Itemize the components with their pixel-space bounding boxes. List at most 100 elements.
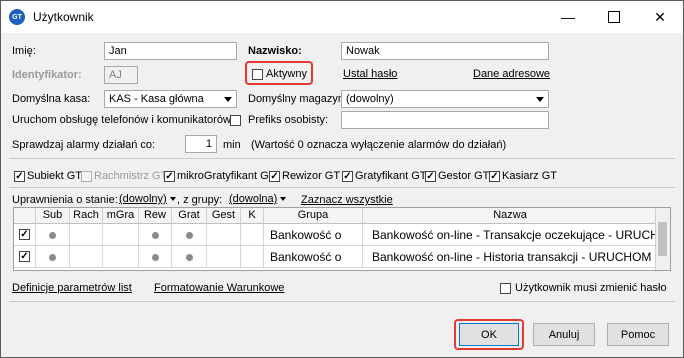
- perm-cell[interactable]: [70, 224, 103, 246]
- aktywny-highlight: [245, 61, 313, 85]
- table-header[interactable]: Nazwa: [363, 208, 658, 224]
- module-checkbox-gestor[interactable]: ✓: [425, 171, 436, 182]
- alarmy-note: (Wartość 0 oznacza wyłączenie alarmów do…: [251, 139, 507, 151]
- alarmy-label: Sprawdzaj alarmy działań co:: [12, 139, 156, 151]
- group-filter-dropdown[interactable]: (dowolna): [229, 193, 287, 205]
- table-header[interactable]: Rach: [70, 208, 103, 224]
- ustal-haslo-link[interactable]: Ustal hasło: [343, 68, 397, 80]
- identyfikator-label: Identyfikator:: [12, 69, 82, 81]
- dane-adresowe-link[interactable]: Dane adresowe: [473, 68, 550, 80]
- musi-zmienic-checkbox[interactable]: [500, 283, 511, 294]
- table-header[interactable]: Sub: [36, 208, 70, 224]
- table-header[interactable]: K: [241, 208, 264, 224]
- magazyn-value: (dowolny): [346, 93, 394, 105]
- perm-cell[interactable]: [103, 224, 139, 246]
- module-label-rachmistrz: Rachmistrz GT: [94, 170, 168, 182]
- checkmark-icon: ✓: [165, 171, 174, 182]
- formatowanie-link[interactable]: Formatowanie Warunkowe: [154, 282, 284, 294]
- module-label-subiekt: Subiekt GT: [27, 170, 83, 182]
- perm-cell[interactable]: [103, 246, 139, 268]
- perm-cell[interactable]: [241, 246, 264, 268]
- nazwisko-label: Nazwisko:: [248, 45, 302, 57]
- window-title: Użytkownik: [33, 10, 94, 24]
- cancel-button[interactable]: Anuluj: [533, 323, 595, 346]
- perm-cell[interactable]: [139, 246, 172, 268]
- chevron-down-icon: [169, 197, 176, 202]
- table-header[interactable]: Rew: [139, 208, 172, 224]
- perm-cell[interactable]: [172, 224, 207, 246]
- nazwisko-input[interactable]: Nowak: [341, 42, 549, 60]
- dot-icon: [49, 254, 56, 261]
- module-checkbox-gratyfikant[interactable]: ✓: [342, 171, 353, 182]
- prefiks-input[interactable]: [341, 111, 549, 129]
- dot-icon: [185, 254, 193, 261]
- kasa-select[interactable]: KAS - Kasa główna: [104, 90, 237, 108]
- chevron-down-icon: [280, 197, 287, 202]
- dot-icon: [151, 254, 159, 261]
- module-checkbox-rachmistrz: [81, 171, 92, 182]
- group-filter-label: , z grupy:: [177, 194, 223, 206]
- table-header[interactable]: Grupa: [264, 208, 363, 224]
- state-filter-label: Uprawnienia o stanie:: [12, 194, 118, 206]
- divider: [9, 187, 675, 188]
- permissions-table: Sub Rach mGra Rew Grat Gest K Grupa Nazw…: [13, 207, 671, 271]
- app-icon: GT: [9, 9, 25, 25]
- row-checkbox[interactable]: ✓: [19, 229, 30, 240]
- perm-cell[interactable]: [36, 224, 70, 246]
- chevron-down-icon: [224, 97, 232, 102]
- perm-cell[interactable]: [70, 246, 103, 268]
- chevron-down-icon: [536, 97, 544, 102]
- scrollbar-thumb[interactable]: [658, 222, 667, 256]
- table-header[interactable]: mGra: [103, 208, 139, 224]
- divider: [9, 301, 675, 302]
- module-label-kasiarz: Kasiarz GT: [502, 170, 558, 182]
- table-header[interactable]: Grat: [172, 208, 207, 224]
- minimize-icon[interactable]: —: [545, 1, 591, 33]
- help-button[interactable]: Pomoc: [607, 323, 669, 346]
- imie-input[interactable]: Jan: [104, 42, 237, 60]
- alarmy-unit: min: [223, 139, 241, 151]
- perm-cell[interactable]: [36, 246, 70, 268]
- module-checkbox-subiekt[interactable]: ✓: [14, 171, 25, 182]
- module-checkbox-rewizor[interactable]: ✓: [269, 171, 280, 182]
- module-checkbox-kasiarz[interactable]: ✓: [489, 171, 500, 182]
- state-filter-dropdown[interactable]: (dowolny): [119, 193, 176, 205]
- dot-icon: [49, 232, 56, 239]
- kasa-value: KAS - Kasa główna: [109, 93, 204, 105]
- module-label-gratyfikant: Gratyfikant GT: [355, 170, 427, 182]
- uruchom-checkbox[interactable]: [230, 115, 241, 126]
- alarmy-input[interactable]: 1: [185, 135, 217, 153]
- perm-cell[interactable]: [172, 246, 207, 268]
- table-header-check: [14, 208, 36, 224]
- maximize-icon[interactable]: [591, 1, 637, 33]
- table-header[interactable]: Gest: [207, 208, 241, 224]
- row-checkbox[interactable]: ✓: [19, 251, 30, 262]
- perm-cell[interactable]: [241, 224, 264, 246]
- perm-cell[interactable]: [207, 246, 241, 268]
- module-checkbox-mikrogratyfikant[interactable]: ✓: [164, 171, 175, 182]
- row-checkbox-cell[interactable]: ✓: [14, 224, 36, 246]
- perm-cell[interactable]: [207, 224, 241, 246]
- nazwa-cell: Bankowość on-line - Transakcje oczekując…: [363, 224, 658, 246]
- checkmark-icon: ✓: [270, 171, 279, 182]
- close-icon[interactable]: ✕: [637, 1, 683, 33]
- title-bar: GT Użytkownik — ✕: [1, 1, 683, 33]
- magazyn-label: Domyślny magazyn:: [248, 93, 348, 105]
- user-dialog: GT Użytkownik — ✕ Imię: Jan Nazwisko: No…: [0, 0, 684, 358]
- magazyn-select[interactable]: (dowolny): [341, 90, 549, 108]
- divider: [9, 158, 675, 159]
- imie-label: Imię:: [12, 45, 36, 57]
- checkmark-icon: ✓: [490, 171, 499, 182]
- grupa-cell: Bankowość o: [264, 246, 363, 268]
- musi-zmienic-label: Użytkownik musi zmienić hasło: [515, 282, 667, 294]
- grupa-cell: Bankowość o: [264, 224, 363, 246]
- vertical-scrollbar[interactable]: [655, 208, 670, 270]
- select-all-link[interactable]: Zaznacz wszystkie: [301, 194, 393, 206]
- ok-highlight: [454, 319, 524, 350]
- module-label-gestor: Gestor GT: [438, 170, 490, 182]
- dot-icon: [151, 232, 159, 239]
- row-checkbox-cell[interactable]: ✓: [14, 246, 36, 268]
- definicje-link[interactable]: Definicje parametrów list: [12, 282, 132, 294]
- perm-cell[interactable]: [139, 224, 172, 246]
- checkmark-icon: ✓: [343, 171, 352, 182]
